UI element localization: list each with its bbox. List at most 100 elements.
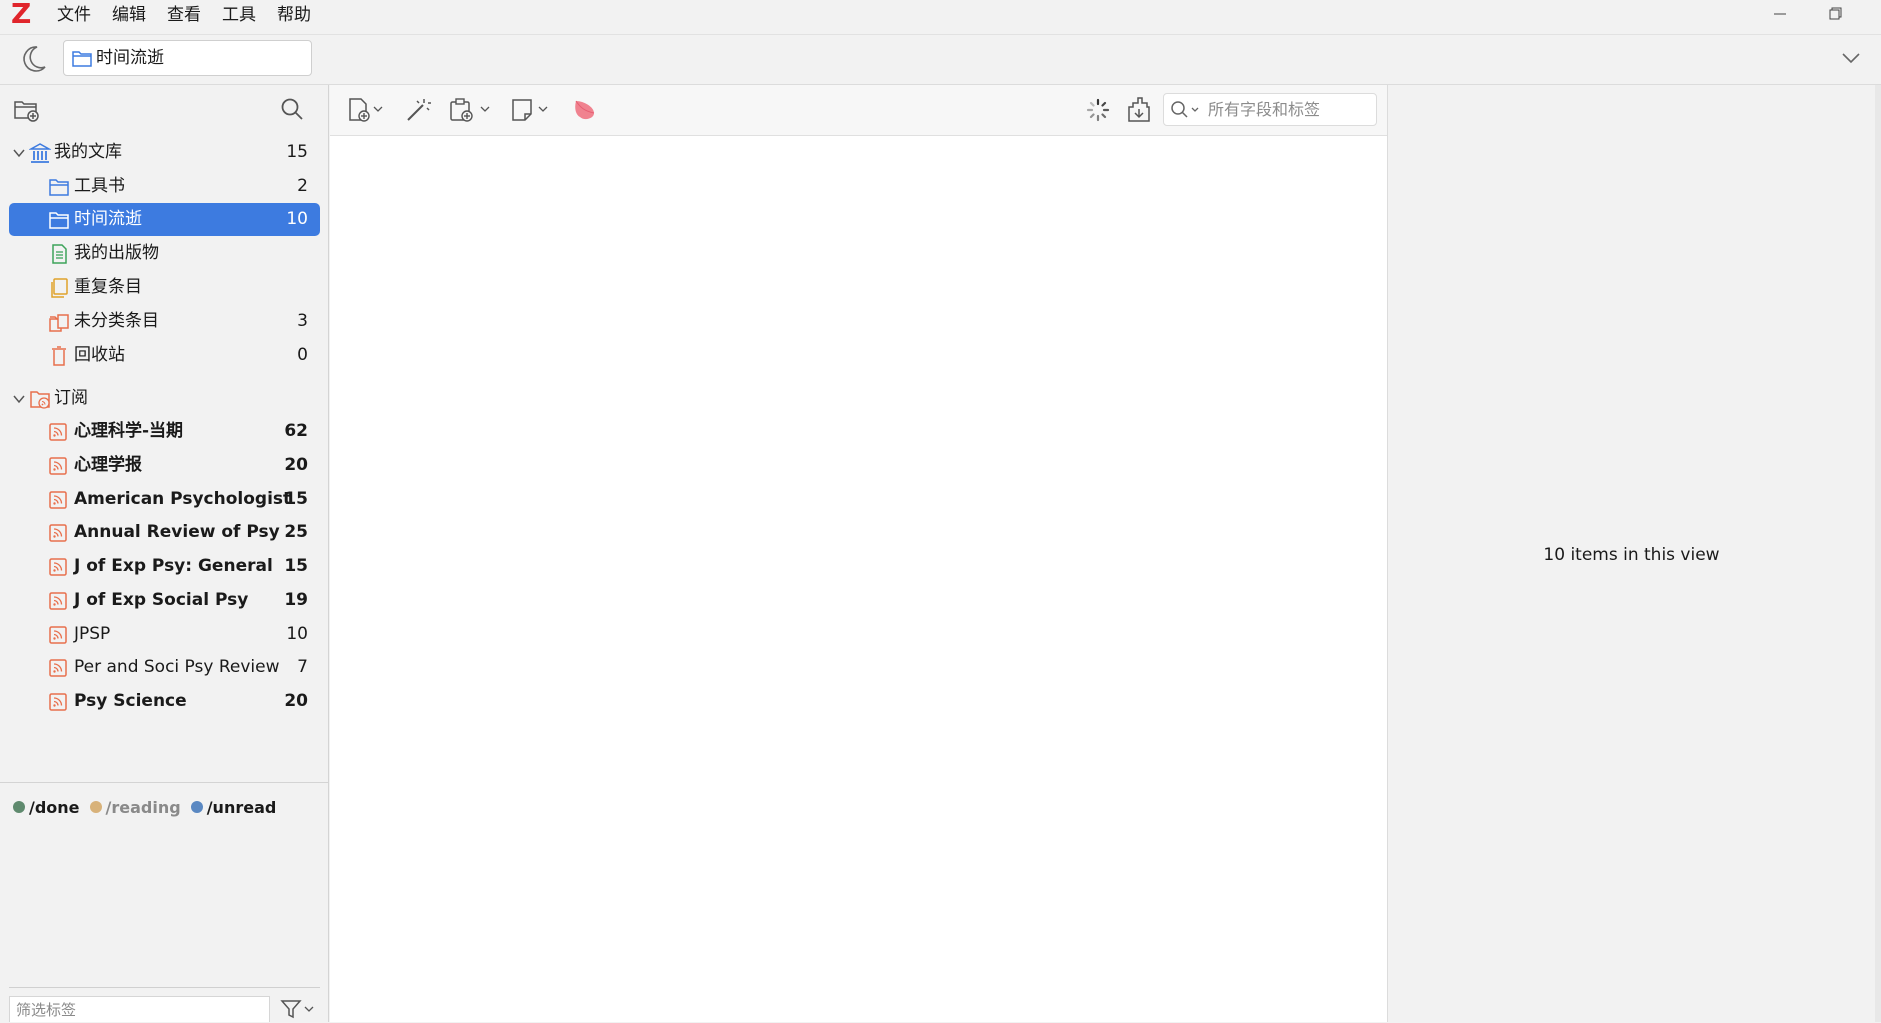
menu-view[interactable]: 查看 xyxy=(167,3,201,27)
tag-filter-input[interactable]: 筛选标签 xyxy=(9,996,270,1022)
feed-count: 19 xyxy=(284,590,308,610)
rss-icon xyxy=(48,624,70,646)
feed-item[interactable]: J of Exp Psy: General 15 xyxy=(9,550,320,583)
new-collection-icon[interactable] xyxy=(13,97,41,123)
chevron-down-icon[interactable] xyxy=(12,146,26,160)
rss-icon xyxy=(48,556,70,578)
moon-icon[interactable] xyxy=(18,43,48,75)
divider xyxy=(9,987,320,988)
collection-label: 重复条目 xyxy=(74,277,142,297)
library-icon xyxy=(29,142,51,164)
collection-item-trash[interactable]: 回收站 0 xyxy=(9,339,320,372)
collection-label: 时间流逝 xyxy=(74,209,142,229)
item-pane: 10 items in this view xyxy=(1387,85,1881,1022)
plugin-icon[interactable] xyxy=(570,97,598,123)
tag-done[interactable]: /done xyxy=(13,798,80,817)
collection-item-gongjushu[interactable]: 工具书 2 xyxy=(9,170,320,203)
items-list[interactable] xyxy=(330,136,1387,1022)
sync-spinner-icon[interactable] xyxy=(1085,97,1111,123)
feed-item[interactable]: 心理科学-当期 62 xyxy=(9,415,320,448)
collection-item-duplicates[interactable]: 重复条目 xyxy=(9,271,320,304)
rss-icon xyxy=(48,421,70,443)
zotero-logo: Z xyxy=(11,0,32,30)
duplicates-icon xyxy=(48,277,70,299)
search-input[interactable]: 所有字段和标签 xyxy=(1163,93,1377,126)
feed-item[interactable]: Psy Science 20 xyxy=(9,685,320,718)
search-icon[interactable] xyxy=(279,96,305,122)
collection-item-unfiled[interactable]: 未分类条目 3 xyxy=(9,305,320,338)
tag-reading[interactable]: /reading xyxy=(89,798,181,817)
minimize-icon[interactable] xyxy=(1765,2,1795,26)
feed-count: 15 xyxy=(284,556,308,576)
scrollbar[interactable] xyxy=(1875,85,1881,1022)
tab-label: 时间流逝 xyxy=(96,48,164,68)
search-placeholder: 所有字段和标签 xyxy=(1208,100,1321,119)
feed-count: 10 xyxy=(286,624,308,644)
library-label: 我的文库 xyxy=(54,142,122,162)
feed-item[interactable]: Per and Soci Psy Review 7 xyxy=(9,651,320,684)
tag-label: /unread xyxy=(206,797,277,817)
feed-item[interactable]: Annual Review of Psy 25 xyxy=(9,516,320,549)
tag-unread[interactable]: /unread xyxy=(190,797,277,817)
collection-label: 我的出版物 xyxy=(74,243,159,263)
new-note-icon[interactable] xyxy=(510,97,552,123)
tag-selector: /done /reading /unread xyxy=(13,795,286,819)
collection-label: 工具书 xyxy=(74,176,125,196)
collection-item-publications[interactable]: 我的出版物 xyxy=(9,237,320,270)
collection-count: 3 xyxy=(297,311,308,331)
new-item-icon[interactable] xyxy=(346,97,386,123)
filter-icon[interactable] xyxy=(280,998,316,1020)
tab-library[interactable]: 时间流逝 xyxy=(63,40,312,76)
items-toolbar: 所有字段和标签 xyxy=(330,85,1387,136)
items-pane: 所有字段和标签 xyxy=(330,85,1387,1022)
locate-icon[interactable] xyxy=(1125,95,1153,125)
rss-icon xyxy=(48,522,70,544)
library-root[interactable]: 我的文库 15 xyxy=(9,136,320,169)
feed-label: 心理科学-当期 xyxy=(74,421,184,441)
feed-label: J of Exp Social Psy xyxy=(74,590,249,610)
library-count: 15 xyxy=(286,142,308,162)
add-attachment-icon[interactable] xyxy=(448,97,494,123)
search-mode-icon[interactable] xyxy=(1170,100,1204,120)
feed-count: 62 xyxy=(284,421,308,441)
collection-count: 10 xyxy=(286,209,308,229)
unfiled-icon xyxy=(48,311,70,333)
feed-item[interactable]: American Psychologist 15 xyxy=(9,483,320,516)
feed-count: 20 xyxy=(284,691,308,711)
feed-item[interactable]: 心理学报 20 xyxy=(9,449,320,482)
collection-item-shijianliushi[interactable]: 时间流逝 10 xyxy=(9,203,320,236)
feed-count: 15 xyxy=(284,489,308,509)
menu-edit[interactable]: 编辑 xyxy=(112,3,146,27)
feed-item[interactable]: J of Exp Social Psy 19 xyxy=(9,584,320,617)
rss-icon xyxy=(48,691,70,713)
feed-count: 25 xyxy=(284,522,308,542)
collection-label: 回收站 xyxy=(74,345,125,365)
feed-item[interactable]: JPSP 10 xyxy=(9,618,320,651)
items-count-message: 10 items in this view xyxy=(1543,545,1720,565)
feeds-root[interactable]: 订阅 xyxy=(9,382,320,415)
feed-count: 20 xyxy=(284,455,308,475)
chevron-down-icon[interactable] xyxy=(1838,47,1864,69)
feed-label: Psy Science xyxy=(74,691,187,711)
collections-pane: 我的文库 15 工具书 2 时间流逝 10 我的出版物 重复条目 未分类条目 3… xyxy=(0,85,329,1022)
tag-color-dot xyxy=(190,801,203,813)
tag-label: /done xyxy=(29,797,80,817)
tag-color-dot xyxy=(89,801,102,813)
restore-window-icon[interactable] xyxy=(1820,2,1850,26)
feed-label: Per and Soci Psy Review xyxy=(74,657,280,677)
tab-bar: 时间流逝 xyxy=(0,35,1881,85)
divider xyxy=(0,782,329,783)
magic-wand-icon[interactable] xyxy=(404,97,432,123)
menu-tools[interactable]: 工具 xyxy=(222,3,256,27)
trash-icon xyxy=(48,345,70,367)
menubar: Z 文件 编辑 查看 工具 帮助 xyxy=(0,0,1881,35)
feed-label: 心理学报 xyxy=(74,455,142,475)
feed-label: J of Exp Psy: General xyxy=(74,556,273,576)
feeds-label: 订阅 xyxy=(54,388,88,408)
feed-label: JPSP xyxy=(74,624,111,644)
folder-icon xyxy=(71,48,93,68)
menu-file[interactable]: 文件 xyxy=(57,3,91,27)
tag-color-dot xyxy=(13,801,25,813)
chevron-down-icon[interactable] xyxy=(12,392,26,406)
menu-help[interactable]: 帮助 xyxy=(277,3,311,27)
